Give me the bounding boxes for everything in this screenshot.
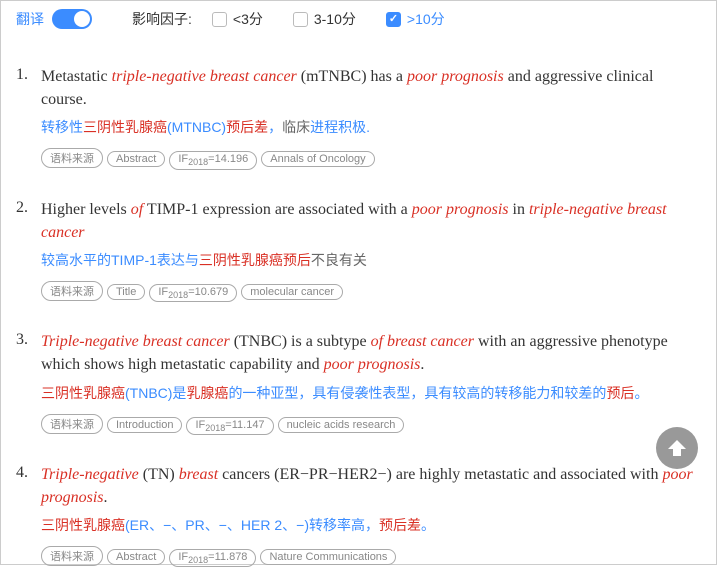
tag-if[interactable]: IF2018=14.196: [169, 151, 257, 169]
tag-section[interactable]: Title: [107, 284, 145, 300]
tag-section[interactable]: Introduction: [107, 417, 182, 433]
tag-journal[interactable]: molecular cancer: [241, 284, 343, 300]
english-sentence: Triple-negative (TN) breast cancers (ER−…: [41, 463, 701, 509]
tag-source[interactable]: 语料来源: [41, 414, 103, 434]
scroll-top-button[interactable]: [656, 427, 698, 469]
tag-if[interactable]: IF2018=11.147: [186, 417, 273, 435]
tag-section[interactable]: Abstract: [107, 151, 165, 167]
english-sentence: Triple-negative breast cancer (TNBC) is …: [41, 330, 701, 376]
tag-source[interactable]: 语料来源: [41, 546, 103, 566]
checkbox-icon: [212, 12, 227, 27]
tag-journal[interactable]: Nature Communications: [260, 549, 396, 565]
tag-journal[interactable]: Annals of Oncology: [261, 151, 374, 167]
result-tags: 语料来源AbstractIF2018=11.878Nature Communic…: [41, 546, 701, 567]
result-content: Triple-negative (TN) breast cancers (ER−…: [41, 463, 701, 568]
result-tags: 语料来源IntroductionIF2018=11.147 nucleic aci…: [41, 414, 701, 435]
tag-source[interactable]: 语料来源: [41, 281, 103, 301]
filter-label: 影响因子:: [132, 9, 192, 29]
chinese-translation: 三阴性乳腺癌(TNBC)是乳腺癌的一种亚型，具有侵袭性表型，具有较高的转移能力和…: [41, 383, 701, 404]
result-item: 2.Higher levels of TIMP-1 expression are…: [16, 198, 701, 303]
english-sentence: Metastatic triple-negative breast cancer…: [41, 65, 701, 111]
result-tags: 语料来源TitleIF2018=10.679molecular cancer: [41, 281, 701, 302]
tag-if[interactable]: IF2018=10.679: [149, 284, 237, 302]
result-item: 3.Triple-negative breast cancer (TNBC) i…: [16, 330, 701, 435]
result-tags: 语料来源AbstractIF2018=14.196Annals of Oncol…: [41, 148, 701, 169]
chinese-translation: 三阴性乳腺癌(ER、−、PR、−、HER 2、−)转移率高，预后差。: [41, 515, 701, 536]
chinese-translation: 转移性三阴性乳腺癌(MTNBC)预后差，临床进程积极.: [41, 117, 701, 138]
topbar: 翻译 影响因子: <3分 3-10分 >10分: [1, 1, 716, 37]
english-sentence: Higher levels of TIMP-1 expression are a…: [41, 198, 701, 244]
arrow-up-icon: [665, 436, 689, 460]
filter-label-gt10: >10分: [407, 9, 445, 29]
filter-label-3-10: 3-10分: [314, 9, 356, 29]
filter-label-lt3: <3分: [233, 9, 263, 29]
translate-label: 翻译: [16, 9, 44, 29]
tag-source[interactable]: 语料来源: [41, 148, 103, 168]
filter-gt10[interactable]: >10分: [386, 9, 445, 29]
filter-3-10[interactable]: 3-10分: [293, 9, 356, 29]
results-list: 1.Metastatic triple-negative breast canc…: [1, 65, 716, 582]
result-item: 1.Metastatic triple-negative breast canc…: [16, 65, 701, 170]
translate-toggle[interactable]: [52, 9, 92, 29]
result-number: 1.: [16, 65, 41, 170]
tag-journal[interactable]: nucleic acids research: [278, 417, 405, 433]
filter-lt3[interactable]: <3分: [212, 9, 263, 29]
result-number: 2.: [16, 198, 41, 303]
checkbox-checked-icon: [386, 12, 401, 27]
chinese-translation: 较高水平的TIMP-1表达与三阴性乳腺癌预后不良有关: [41, 250, 701, 271]
checkbox-icon: [293, 12, 308, 27]
result-content: Metastatic triple-negative breast cancer…: [41, 65, 701, 170]
result-content: Higher levels of TIMP-1 expression are a…: [41, 198, 701, 303]
result-content: Triple-negative breast cancer (TNBC) is …: [41, 330, 701, 435]
result-number: 4.: [16, 463, 41, 568]
result-number: 3.: [16, 330, 41, 435]
result-item: 4.Triple-negative (TN) breast cancers (E…: [16, 463, 701, 568]
tag-section[interactable]: Abstract: [107, 549, 165, 565]
